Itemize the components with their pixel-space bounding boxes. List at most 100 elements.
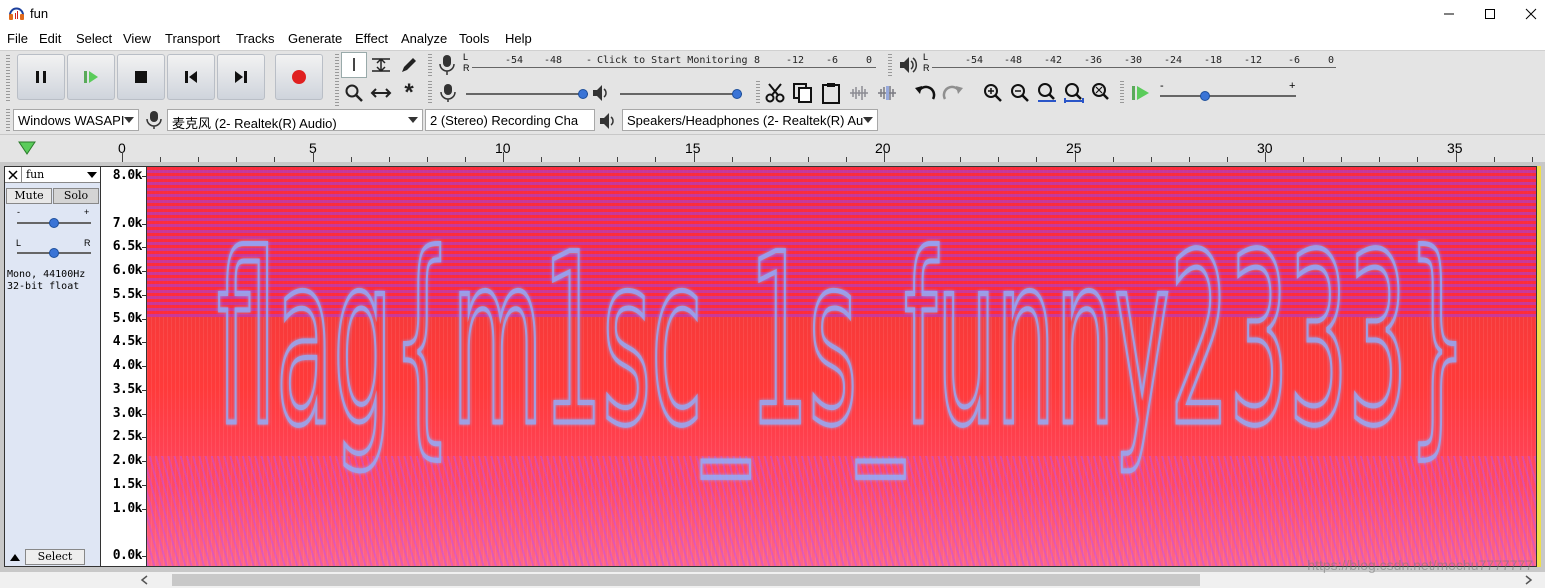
play-button[interactable]: [67, 54, 115, 100]
solo-button[interactable]: Solo: [53, 188, 99, 204]
close-track-icon[interactable]: [8, 170, 18, 180]
playback-level-meter[interactable]: -54 -48 -42 -36 -30 -24 -18 -12 -6 0: [932, 54, 1336, 74]
slider-thumb[interactable]: [732, 89, 742, 99]
record-meter-tick: -54: [505, 55, 524, 66]
skip-to-start-button[interactable]: [167, 54, 215, 100]
slider-track: [466, 93, 588, 95]
menu-help[interactable]: Help: [505, 31, 532, 46]
track-panel: fun Mute Solo - + L R Mono, 44100Hz 32-b…: [0, 162, 1545, 572]
play-at-speed-button[interactable]: [1128, 80, 1154, 106]
zoom-in-button[interactable]: [980, 80, 1006, 106]
menu-select[interactable]: Select: [76, 31, 112, 46]
pause-button[interactable]: [17, 54, 65, 100]
horizontal-scrollbar[interactable]: [0, 572, 1545, 588]
zoom-out-button[interactable]: [1007, 80, 1033, 106]
toolbar-grip[interactable]: [756, 81, 760, 105]
scroll-left-icon[interactable]: [140, 575, 150, 585]
playback-device-select[interactable]: Speakers/Headphones (2- Realtek(R) Au: [622, 109, 878, 131]
record-meter-tick: -12: [786, 55, 805, 66]
menu-file[interactable]: File: [7, 31, 28, 46]
toolbar-area: I * L R -54 -48 - Click to Start Monitor…: [0, 50, 1545, 134]
frequency-label: 4.0k: [112, 358, 143, 373]
timeline-tick: [1074, 152, 1076, 162]
slider-thumb[interactable]: [49, 218, 59, 228]
playback-volume-slider[interactable]: [620, 86, 742, 102]
recording-device-select[interactable]: 麦克风 (2- Realtek(R) Audio): [167, 109, 423, 131]
chevron-down-icon: [863, 117, 873, 123]
magnifier-icon: [345, 84, 363, 102]
spectrogram-view[interactable]: flag{m1sc_1s_funny2333}: [146, 166, 1537, 567]
menu-generate[interactable]: Generate: [288, 31, 342, 46]
slider-thumb[interactable]: [49, 248, 59, 258]
close-button[interactable]: [1508, 0, 1545, 28]
frequency-label: 2.5k: [112, 429, 143, 445]
click-to-start-monitoring[interactable]: Click to Start Monitoring: [597, 55, 748, 66]
audio-host-select[interactable]: Windows WASAPI: [13, 109, 139, 131]
timeline-ruler[interactable]: 0 5 10 15 20 25 30 35: [0, 134, 1545, 162]
copy-button[interactable]: [790, 80, 816, 106]
frequency-ruler[interactable]: 8.0k 7.0k 6.5k 6.0k 5.5k 5.0k 4.5k 4.0k 3.5k 3.0k…: [101, 166, 146, 567]
mute-button[interactable]: Mute: [6, 188, 52, 204]
gain-slider[interactable]: [17, 215, 91, 231]
toolbar-grip[interactable]: [6, 55, 10, 103]
skip-to-end-button[interactable]: [217, 54, 265, 100]
stop-button[interactable]: [117, 54, 165, 100]
toolbar-grip[interactable]: [428, 81, 432, 105]
menu-effect[interactable]: Effect: [355, 31, 388, 46]
frequency-label: 1.5k: [112, 476, 143, 492]
frequency-label: 3.0k: [112, 405, 143, 421]
redo-icon: [942, 85, 963, 100]
pan-slider[interactable]: [17, 245, 91, 261]
menu-transport[interactable]: Transport: [165, 31, 220, 46]
menu-tools[interactable]: Tools: [459, 31, 489, 46]
track-menu-arrow-icon[interactable]: [87, 172, 97, 179]
paste-button[interactable]: [818, 80, 844, 106]
record-level-meter[interactable]: -54 -48 - Click to Start Monitoring 8 -1…: [472, 54, 876, 74]
fit-project-button[interactable]: [1061, 80, 1087, 106]
toolbar-grip[interactable]: [335, 54, 339, 106]
menu-analyze[interactable]: Analyze: [401, 31, 447, 46]
undo-button[interactable]: [912, 80, 938, 106]
menu-view[interactable]: View: [123, 31, 151, 46]
redo-button[interactable]: [940, 80, 966, 106]
toolbar-grip[interactable]: [888, 54, 892, 76]
cut-button[interactable]: [762, 80, 788, 106]
watermark-text: https://blog.csdn.net/mochu7777777: [1307, 557, 1533, 573]
collapse-track-icon[interactable]: [9, 552, 21, 562]
frequency-label: 1.0k: [112, 500, 143, 516]
timeline-tick: [693, 152, 695, 162]
toolbar-grip[interactable]: [1120, 81, 1124, 105]
play-at-speed-icon: [1132, 86, 1149, 100]
recording-volume-slider[interactable]: [466, 86, 588, 102]
track-name-menu[interactable]: fun: [26, 168, 44, 181]
scrollbar-thumb[interactable]: [172, 574, 1200, 586]
selection-tool-button[interactable]: I: [341, 52, 367, 78]
play-head-marker-icon[interactable]: [18, 140, 36, 156]
silence-audio-button[interactable]: [874, 80, 900, 106]
scroll-right-icon[interactable]: [1523, 575, 1533, 585]
slider-thumb[interactable]: [578, 89, 588, 99]
slider-thumb[interactable]: [1200, 91, 1210, 101]
minimize-button[interactable]: [1426, 0, 1472, 28]
record-button[interactable]: [275, 54, 323, 100]
frequency-label: 6.0k: [112, 263, 143, 278]
timeline-tick: [1265, 152, 1266, 162]
fit-selection-button[interactable]: [1034, 80, 1060, 106]
zoom-toggle-button[interactable]: [1088, 80, 1114, 106]
close-icon: [1525, 8, 1537, 20]
zoom-tool-button[interactable]: [341, 80, 367, 106]
toolbar-grip[interactable]: [428, 54, 432, 76]
menu-tracks[interactable]: Tracks: [236, 31, 275, 46]
frequency-label: 3.5k: [112, 381, 143, 397]
recording-channels-select[interactable]: 2 (Stereo) Recording Cha: [425, 109, 595, 131]
menu-edit[interactable]: Edit: [39, 31, 61, 46]
maximize-button[interactable]: [1467, 0, 1513, 28]
envelope-tool-button[interactable]: [368, 52, 394, 78]
draw-tool-button[interactable]: [396, 52, 422, 78]
play-speed-slider[interactable]: [1160, 88, 1296, 104]
select-track-button[interactable]: Select: [25, 549, 85, 565]
trim-audio-button[interactable]: [846, 80, 872, 106]
toolbar-grip[interactable]: [6, 109, 10, 131]
time-shift-tool-button[interactable]: [368, 80, 394, 106]
multi-tool-button[interactable]: *: [396, 79, 422, 106]
